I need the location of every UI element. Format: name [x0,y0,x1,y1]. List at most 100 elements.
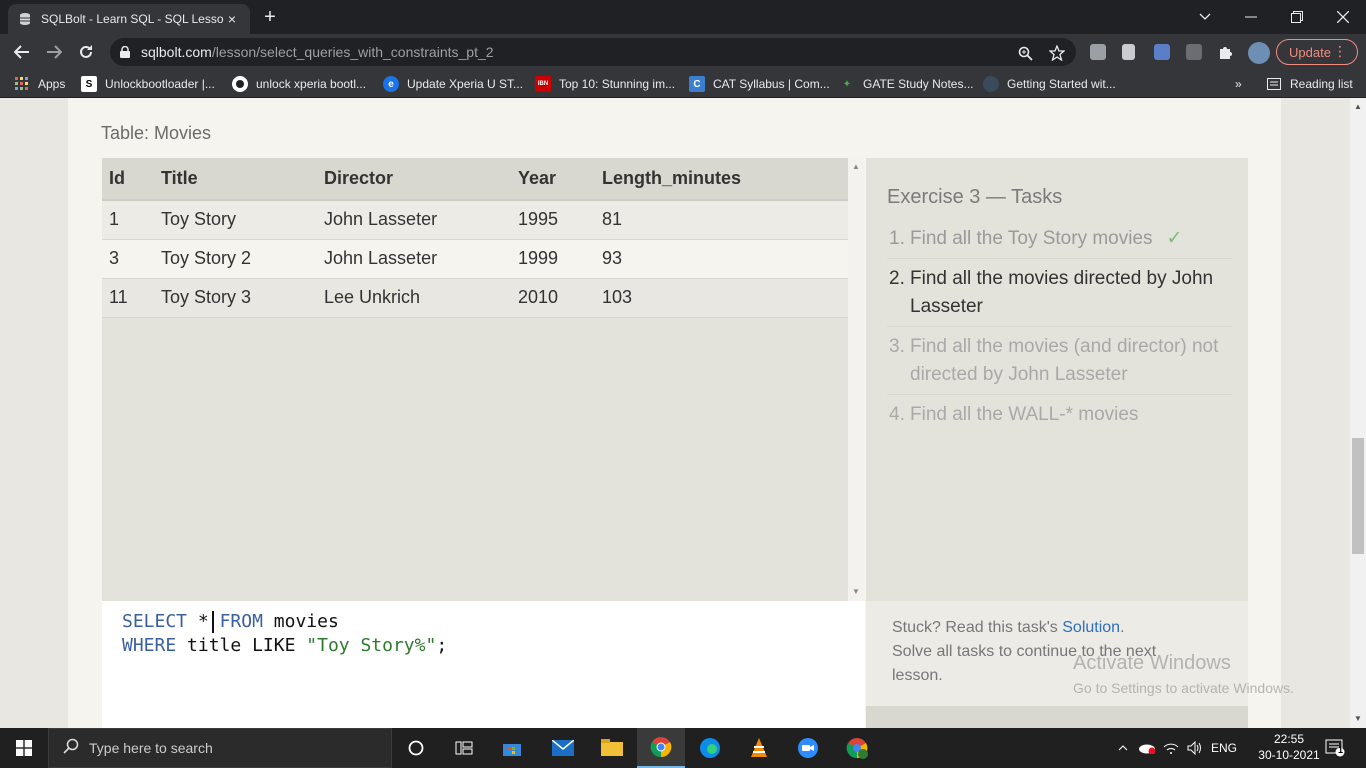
tab-search-icon[interactable] [1182,0,1228,34]
cortana-icon[interactable] [392,728,440,768]
reading-list-button[interactable]: Reading list [1266,76,1353,92]
globe-icon [983,76,999,92]
checkmark-icon: ✓ [1166,228,1183,249]
reading-list-icon [1266,76,1282,92]
results-scrollbar[interactable]: ▲ ▼ [848,158,864,601]
help-suffix: . [1120,619,1125,636]
taskbar-search-input[interactable]: Type here to search [48,728,392,768]
bookmark-gate-notes[interactable]: ✦ GATE Study Notes... [839,76,974,92]
page-scrollbar[interactable]: ▲ ▼ [1350,98,1366,728]
task-text: Find all the movies directed by John Las… [910,268,1214,317]
task-item-4[interactable]: 4. Find all the WALL-* movies [887,395,1232,434]
cell-length: 103 [595,278,848,318]
show-hidden-icons-icon[interactable] [1113,728,1133,768]
onedrive-error-icon[interactable] [1136,728,1158,768]
sqlbolt-favicon-icon [18,12,32,26]
bookmark-label: Getting Started wit... [1007,77,1116,91]
bookmark-label: GATE Study Notes... [863,77,974,91]
wifi-icon[interactable] [1160,728,1182,768]
cell-year: 1999 [511,239,595,279]
close-tab-icon[interactable]: × [224,11,240,27]
profile-avatar-icon[interactable] [1248,42,1270,64]
bookmarks-overflow-icon[interactable]: » [1235,76,1242,92]
url-path: /lesson/select_queries_with_constraints_… [211,44,494,60]
bookmark-top10[interactable]: IBN Top 10: Stunning im... [535,76,675,92]
task-item-3[interactable]: 3. Find all the movies (and director) not… [887,327,1232,395]
scroll-up-arrow-icon[interactable]: ▲ [852,162,860,171]
close-window-icon[interactable] [1320,0,1366,34]
like-operator: LIKE [252,635,296,656]
update-button[interactable]: Update ⋮ [1276,39,1358,65]
cell-director: Lee Unkrich [317,278,511,318]
back-icon[interactable] [10,40,34,64]
cell-director: John Lasseter [317,200,511,240]
table-name: movies [273,611,339,632]
bookmark-star-icon[interactable] [1048,44,1066,62]
task-text: Find all the WALL-* movies [910,404,1139,425]
extension-document-icon[interactable] [1122,44,1135,60]
forward-icon[interactable] [42,40,66,64]
reload-icon[interactable] [74,40,98,64]
restore-icon[interactable] [1274,0,1320,34]
bookmark-unlock-xperia[interactable]: unlock xperia bootl... [232,76,366,92]
bookmark-apps[interactable]: Apps [14,76,65,92]
task-item-1[interactable]: 1. Find all the Toy Story movies ✓ [887,219,1232,259]
page-scroll-thumb[interactable] [1352,438,1364,554]
bookmark-cat-syllabus[interactable]: C CAT Syllabus | Com... [689,76,830,92]
page-scroll-up-icon[interactable]: ▲ [1354,102,1362,111]
apps-grid-icon [14,76,30,92]
zoom-icon[interactable] [1016,44,1034,62]
tasks-heading: Exercise 3 — Tasks [887,186,1063,208]
cell-length: 93 [595,239,848,279]
watermark-subtitle: Go to Settings to activate Windows. [1073,680,1294,696]
scroll-down-arrow-icon[interactable]: ▼ [852,587,860,596]
task-item-2[interactable]: 2. Find all the movies directed by John L… [887,259,1232,327]
url-host: sqlbolt.com [141,44,212,60]
file-explorer-icon[interactable] [588,728,636,768]
windows-start-icon[interactable] [0,728,48,768]
taskbar-clock[interactable]: 22:55 30-10-2021 [1254,731,1324,763]
ibn-icon: IBN [535,76,551,92]
s-logo-icon: S [81,76,97,92]
cell-length: 81 [595,200,848,240]
reading-list-label: Reading list [1290,77,1353,91]
more-menu-icon[interactable]: ⋮ [1333,43,1347,60]
volume-icon[interactable] [1184,728,1206,768]
extension-chart-icon[interactable] [1186,44,1202,60]
task-text: Find all the Toy Story movies [910,228,1153,249]
solution-link[interactable]: Solution [1062,619,1120,636]
table-caption: Table: Movies [101,123,212,143]
extension-hand-icon[interactable] [1090,44,1106,60]
extensions-puzzle-icon[interactable] [1216,44,1234,62]
zoom-app-icon[interactable] [784,728,832,768]
bookmark-label: Top 10: Stunning im... [559,77,676,91]
page-scroll-down-icon[interactable]: ▼ [1354,714,1362,723]
sql-query-editor[interactable]: SELECT * FROM movies WHERE title LIKE "T… [102,601,865,728]
search-placeholder: Type here to search [89,740,213,756]
browser-tab[interactable]: SQLBolt - Learn SQL - SQL Lesson × [8,4,250,34]
movies-table: Id Title Director Year Length_minutes 1 … [102,158,848,318]
lock-icon[interactable] [120,46,132,58]
chrome-taskbar-icon[interactable] [637,728,685,768]
new-tab-button[interactable]: + [260,6,280,28]
address-bar[interactable]: sqlbolt.com/lesson/select_queries_with_c… [110,38,1076,66]
extension-camera-icon[interactable] [1154,44,1170,60]
language-indicator[interactable]: ENG [1208,728,1240,768]
help-line-1: Stuck? Read this task's Solution. [892,616,1248,640]
bookmark-label: unlock xperia bootl... [256,77,367,91]
notifications-icon[interactable]: 1 [1320,728,1350,768]
task-number: 2. [889,268,905,289]
minimize-icon[interactable] [1228,0,1274,34]
chrome-profile-taskbar-icon[interactable] [833,728,881,768]
vlc-icon[interactable] [735,728,783,768]
windows-taskbar: Type here to search ENG 22:55 30-10-2021… [0,728,1366,768]
bookmark-update-xperia[interactable]: e Update Xperia U ST... [383,76,523,92]
task-view-icon[interactable] [440,728,488,768]
results-table: Id Title Director Year Length_minutes 1 … [102,158,848,601]
edge-taskbar-icon[interactable] [686,728,734,768]
table-header-row: Id Title Director Year Length_minutes [102,158,848,201]
mail-icon[interactable] [539,728,587,768]
store-icon[interactable] [488,728,536,768]
bookmark-unlockbootloader[interactable]: S Unlockbootloader |... [81,76,215,92]
bookmark-getting-started[interactable]: Getting Started wit... [983,76,1116,92]
